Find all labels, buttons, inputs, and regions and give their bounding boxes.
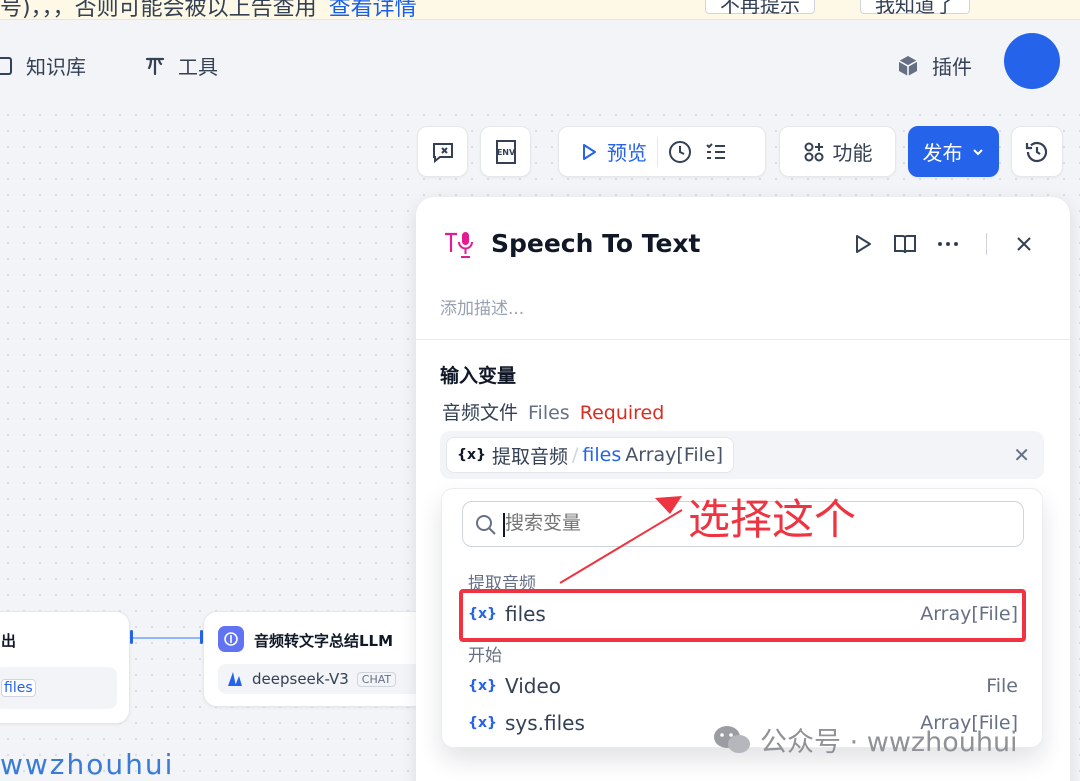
annotation-text: 选择这个 (688, 495, 857, 544)
author-handle: wwzhouhui (0, 748, 175, 781)
wechat-icon (714, 725, 750, 753)
watermark-text: 公众号 · wwzhouhui (760, 727, 1018, 758)
watermark: 公众号 · wwzhouhui (712, 720, 1018, 759)
annotation-arrow (559, 496, 683, 584)
